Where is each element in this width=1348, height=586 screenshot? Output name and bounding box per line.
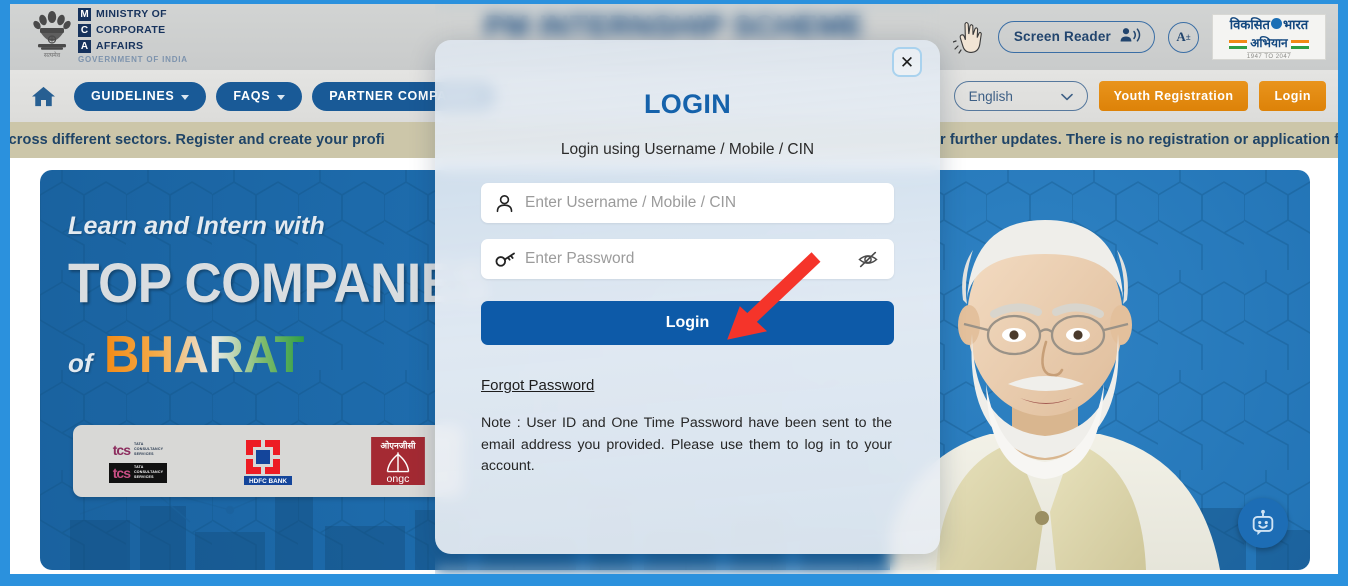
header-utility-bar: Screen Reader A ± विकसित भारत अभियान 194… xyxy=(952,14,1326,60)
partner-logo-strip: tcs TATA CONSULTANCY SERVICES tcs TATA CONS… xyxy=(73,425,463,497)
tcs-wordmark-inverse: tcs xyxy=(112,464,131,481)
chatbot-button[interactable] xyxy=(1238,498,1288,548)
login-modal-subtitle: Login using Username / Mobile / CIN xyxy=(560,141,815,158)
tricolour-right-icon xyxy=(1290,38,1309,49)
youth-registration-button[interactable]: Youth Registration xyxy=(1098,81,1249,111)
hero-of-word: of xyxy=(68,347,93,378)
viksit-bharat-line2: अभियान xyxy=(1250,35,1288,50)
eye-off-icon[interactable] xyxy=(856,251,880,268)
viksit-bharat-line1-b: भारत xyxy=(1282,16,1309,32)
chevron-down-icon xyxy=(181,94,190,100)
notice-text-left: es across different sectors. Register an… xyxy=(10,132,385,148)
password-field[interactable] xyxy=(481,239,894,279)
close-icon[interactable]: ✕ xyxy=(892,47,922,77)
ministry-subtitle: GOVERNMENT OF INDIA xyxy=(78,55,188,64)
viksit-bharat-logo[interactable]: विकसित भारत अभियान 1947 TO 2047 xyxy=(1212,14,1326,60)
key-icon xyxy=(495,251,519,268)
screen-reader-button[interactable]: Screen Reader xyxy=(997,21,1155,53)
svg-text:सत्यमेव: सत्यमेव xyxy=(44,51,61,59)
password-input[interactable] xyxy=(525,239,856,279)
login-submit-button[interactable]: Login xyxy=(481,301,894,345)
partner-logo-tcs: tcs TATA CONSULTANCY SERVICES tcs TATA CONS… xyxy=(73,425,203,497)
screen-reader-label: Screen Reader xyxy=(1013,29,1111,44)
tcs-subtext-inverse: TATA CONSULTANCY SERVICES xyxy=(134,465,164,479)
hero-line-2: TOP COMPANIES xyxy=(68,251,489,314)
username-field[interactable] xyxy=(481,183,894,223)
login-modal-title: LOGIN xyxy=(644,89,731,119)
hero-bharat-word: BHARAT xyxy=(103,325,304,384)
page-root: सत्यमेव M MINISTRY OF C CORPORATE A AFFA… xyxy=(10,4,1338,574)
username-input[interactable] xyxy=(525,183,880,223)
home-icon[interactable] xyxy=(22,85,64,108)
language-select[interactable]: English xyxy=(953,81,1088,111)
accessibility-hand-icon[interactable] xyxy=(952,20,985,54)
font-size-button[interactable]: A ± xyxy=(1168,21,1199,53)
chevron-down-icon xyxy=(1060,89,1073,104)
user-icon xyxy=(495,194,519,213)
navbar-login-button[interactable]: Login xyxy=(1259,81,1326,111)
forgot-password-link[interactable]: Forgot Password xyxy=(481,377,594,394)
nav-item-guidelines-label: GUIDELINES xyxy=(91,89,175,103)
tcs-wordmark: tcs xyxy=(112,441,131,458)
speaker-person-icon xyxy=(1119,27,1141,46)
nav-item-faqs[interactable]: FAQS xyxy=(216,81,303,111)
language-select-value: English xyxy=(968,88,1013,104)
login-modal: ✕ LOGIN Login using Username / Mobile / … xyxy=(435,40,940,554)
chatbot-icon xyxy=(1252,509,1274,536)
navbar-right-group: English Youth Registration Login xyxy=(953,81,1326,111)
close-icon-glyph: ✕ xyxy=(899,52,915,72)
svg-text:ongc: ongc xyxy=(387,473,410,485)
viksit-bharat-dot-icon xyxy=(1270,18,1282,29)
font-size-sup: ± xyxy=(1185,32,1191,42)
chevron-down-icon xyxy=(277,94,286,100)
tricolour-left-icon xyxy=(1229,38,1248,49)
viksit-bharat-years: 1947 TO 2047 xyxy=(1246,51,1292,60)
font-size-label: A xyxy=(1176,29,1186,44)
nav-item-faqs-label: FAQS xyxy=(233,89,271,103)
browser-viewport: सत्यमेव M MINISTRY OF C CORPORATE A AFFA… xyxy=(0,0,1348,586)
viksit-bharat-line1-a: विकसित xyxy=(1229,16,1270,32)
svg-text:HDFC BANK: HDFC BANK xyxy=(249,478,287,485)
tcs-subtext: TATA CONSULTANCY SERVICES xyxy=(134,442,164,456)
login-note-text: Note : User ID and One Time Password hav… xyxy=(481,415,892,475)
nav-item-guidelines[interactable]: GUIDELINES xyxy=(74,81,207,111)
partner-logo-hdfc-bank: HDFC BANK xyxy=(203,425,333,497)
notice-text-right: r further updates. There is no registrat… xyxy=(940,132,1338,148)
svg-text:ओएनजीसी: ओएनजीसी xyxy=(380,441,416,451)
